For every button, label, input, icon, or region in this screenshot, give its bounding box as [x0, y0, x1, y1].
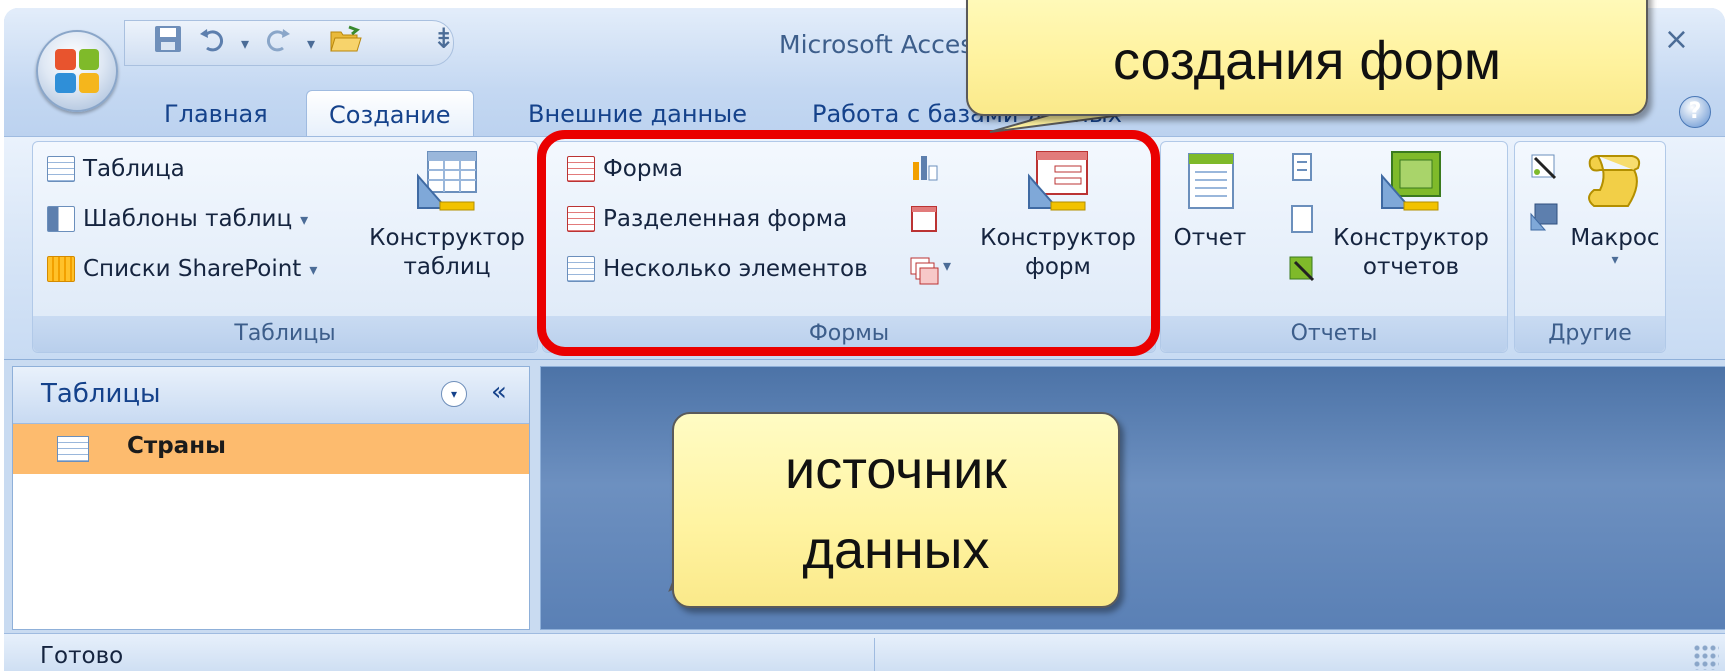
chevron-down-icon: ▾ [1611, 252, 1619, 268]
report-designer-label-1: Конструктор [1333, 225, 1489, 251]
blank-report-icon[interactable] [1287, 204, 1317, 234]
report-icon [1188, 153, 1234, 209]
window-title: Microsoft Acces [779, 30, 974, 59]
group-tables: Таблица Шаблоны таблиц ▾ Списки SharePoi… [32, 141, 538, 353]
table-designer-label-2: таблиц [403, 254, 491, 280]
query-designer-icon[interactable] [1529, 202, 1559, 232]
undo-icon[interactable] [197, 24, 227, 62]
report-designer-label-2: отчетов [1362, 254, 1460, 280]
table-designer-button[interactable]: Конструктор таблиц [367, 150, 527, 282]
resize-grip-icon[interactable] [1693, 644, 1719, 670]
status-divider [874, 638, 875, 671]
status-bar: Готово [4, 633, 1725, 671]
group-tables-label: Таблицы [33, 316, 537, 352]
report-label: Отчет [1173, 225, 1247, 251]
report-designer-icon [1381, 151, 1441, 211]
office-button[interactable] [36, 30, 118, 112]
table-designer-label-1: Конструктор [369, 225, 525, 251]
query-wizard-icon[interactable] [1529, 152, 1559, 182]
macro-scroll-icon [1588, 154, 1641, 207]
table-icon [47, 156, 75, 182]
group-reports-label: Отчеты [1161, 316, 1507, 352]
nav-pane-title: Таблицы [41, 379, 161, 409]
labels-icon[interactable] [1287, 152, 1317, 182]
report-wizard-icon[interactable] [1287, 254, 1317, 284]
report-designer-button[interactable]: Конструктор отчетов [1323, 150, 1499, 282]
sharepoint-label: Списки SharePoint [83, 256, 302, 282]
chevron-down-icon[interactable]: ▾ [441, 381, 467, 407]
tab-home[interactable]: Главная [164, 100, 268, 128]
nav-item-countries[interactable]: Страны [13, 424, 529, 474]
tab-external-data[interactable]: Внешние данные [528, 100, 747, 128]
quick-access-toolbar: ▾ ▾ [124, 20, 454, 66]
callout-create-forms: создания форм [966, 0, 1648, 116]
callout-data-source: источник данных [672, 412, 1120, 608]
open-folder-icon[interactable] [329, 24, 363, 62]
tab-create[interactable]: Создание [306, 90, 474, 136]
table-icon [57, 436, 89, 462]
group-other-label: Другие [1515, 316, 1665, 352]
sharepoint-lists-button[interactable]: Списки SharePoint ▾ [47, 256, 317, 282]
help-icon[interactable]: ? [1679, 96, 1711, 128]
table-label: Таблица [83, 156, 185, 182]
table-templates-icon [47, 206, 75, 232]
table-button[interactable]: Таблица [47, 156, 185, 182]
office-logo-icon [55, 49, 99, 93]
callout-data-source-line1: источник [785, 440, 1007, 500]
chevron-down-icon: ▾ [300, 209, 309, 229]
macro-button[interactable]: Макрос ▾ [1567, 150, 1663, 267]
nav-pane-header[interactable]: Таблицы ▾ « [13, 367, 529, 424]
callout-data-source-line2: данных [802, 520, 990, 580]
chevron-down-icon: ▾ [309, 259, 318, 279]
status-text: Готово [40, 643, 124, 669]
group-other: Макрос ▾ Другие [1514, 141, 1666, 353]
nav-item-label: Страны [127, 433, 226, 459]
sharepoint-icon [47, 256, 75, 282]
table-templates-button[interactable]: Шаблоны таблиц ▾ [47, 206, 308, 232]
table-templates-label: Шаблоны таблиц [83, 206, 293, 232]
table-designer-icon [417, 151, 477, 211]
save-icon[interactable] [153, 24, 183, 62]
collapse-pane-icon[interactable]: « [491, 377, 507, 407]
group-reports: Отчет Конструктор отчетов Отчеты [1160, 141, 1508, 353]
navigation-pane: Таблицы ▾ « Страны [12, 366, 530, 630]
forms-highlight-frame [537, 130, 1160, 356]
macro-label: Макрос [1570, 225, 1660, 251]
customize-qat-button[interactable]: ⇟ [432, 22, 455, 55]
callout-create-forms-text: создания форм [1113, 31, 1501, 91]
redo-icon[interactable] [263, 24, 293, 62]
chevron-down-icon[interactable]: ▾ [241, 34, 249, 53]
chevron-down-icon[interactable]: ▾ [307, 34, 315, 53]
report-button[interactable]: Отчет [1171, 150, 1249, 253]
